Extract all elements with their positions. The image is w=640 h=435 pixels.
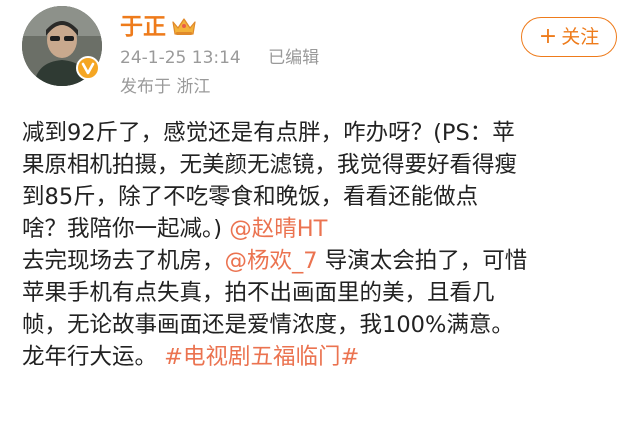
mention-link-zhao[interactable]: @赵晴HT (229, 216, 327, 242)
post-text-line: 去完现场去了机房，@杨欢_7 导演太会拍了，可惜 (22, 245, 622, 277)
edited-label[interactable]: 已编辑 (268, 48, 319, 68)
follow-button[interactable]: + 关注 (521, 17, 617, 57)
post-text: 导演太会拍了，可惜 (317, 248, 528, 274)
post-text-line: 到85斤，除了不吃零食和晚饭，看看还能做点 (22, 184, 479, 210)
post-timestamp: 24-1-25 13:14 (120, 48, 241, 68)
post-text-line: 啥？我陪你一起减。) @赵晴HT (22, 213, 622, 245)
post-text-line: 帧，无论故事画面还是爱情浓度，我100%满意。 (22, 312, 514, 338)
post-location: 发布于 浙江 (120, 77, 211, 97)
crown-icon (172, 18, 196, 35)
post-text-line: 果原相机拍摄，无美颜无滤镜，我觉得要好看得瘦 (22, 152, 518, 178)
weibo-post: 于正 24-1-25 13:14 已编辑 发布于 浙江 + 关注 减到92斤了，感… (0, 0, 640, 435)
hashtag-link[interactable]: #电视剧五福临门# (164, 344, 359, 370)
follow-label: 关注 (561, 26, 600, 48)
post-text: 去完现场去了机房， (22, 248, 225, 274)
mention-link-yang[interactable]: @杨欢_7 (225, 248, 318, 274)
verified-badge-icon (76, 56, 100, 80)
plus-icon: + (538, 24, 558, 49)
post-text-line: 苹果手机有点失真，拍不出画面里的美，且看几 (22, 280, 495, 306)
post-content: 减到92斤了，感觉还是有点胖，咋办呀？(PS：苹 果原相机拍摄，无美颜无滤镜，我… (22, 117, 622, 373)
post-meta: 24-1-25 13:14 已编辑 (120, 47, 319, 69)
author-name[interactable]: 于正 (120, 12, 166, 42)
post-text: 龙年行大运。 (22, 344, 165, 370)
post-text: 啥？我陪你一起减。) (22, 216, 230, 242)
post-text-line: 龙年行大运。 #电视剧五福临门# (22, 341, 622, 373)
post-text-line: 减到92斤了，感觉还是有点胖，咋办呀？(PS：苹 (22, 120, 515, 146)
